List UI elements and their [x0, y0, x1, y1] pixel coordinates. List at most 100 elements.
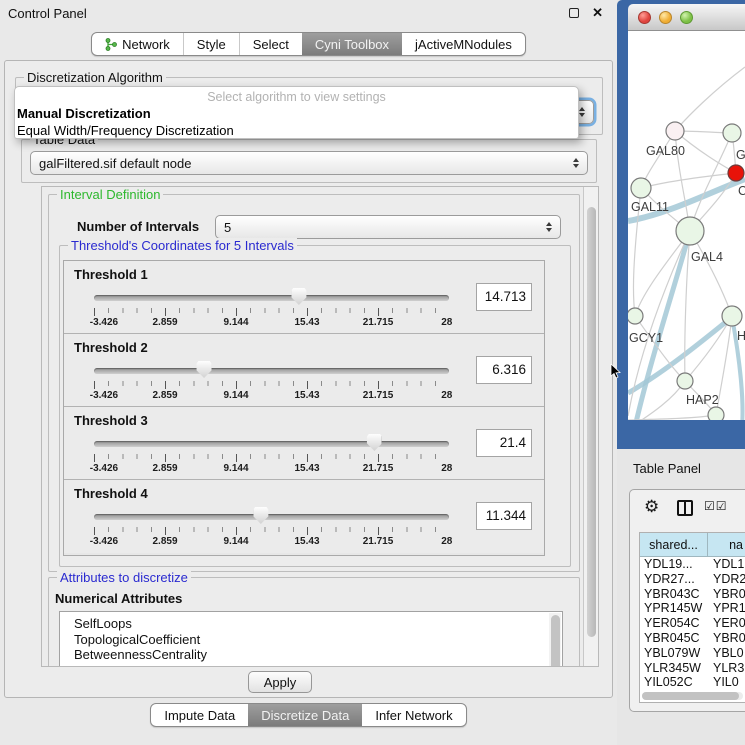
threshold-4-slider[interactable]: -3.426 2.859 9.144 15.43 21.715 28: [94, 506, 449, 550]
list-item[interactable]: TopologicalCoefficient: [60, 632, 562, 648]
cell[interactable]: YDR27...: [640, 572, 708, 587]
tab-discretize-data[interactable]: Discretize Data: [248, 704, 362, 726]
node-gal4[interactable]: [676, 217, 704, 245]
combobox-stepper-icon: [579, 107, 585, 117]
threshold-2-slider[interactable]: -3.426 2.859 9.144 15.43 21.715 28: [94, 360, 449, 404]
threshold-1-value-field[interactable]: 14.713: [476, 283, 532, 311]
cell[interactable]: YDL1: [708, 557, 745, 572]
threshold-1-slider[interactable]: -3.426 2.859 9.144 15.43 21.715 28: [94, 287, 449, 331]
float-window-icon[interactable]: [569, 8, 579, 18]
dropdown-option-manual-discretization[interactable]: Manual Discretization: [17, 106, 151, 121]
threshold-2-value-field[interactable]: 6.316: [476, 356, 532, 384]
tab-style[interactable]: Style: [183, 33, 239, 55]
split-column-icon[interactable]: [677, 500, 693, 516]
threshold-1-track[interactable]: [94, 295, 449, 301]
threshold-3-track[interactable]: [94, 441, 449, 447]
table-panel: ⚙ ☑☑ shared... na YDL19...YDL1 YDR27...Y…: [629, 489, 745, 712]
cell[interactable]: YDL19...: [640, 557, 708, 572]
cell[interactable]: YLR345W: [640, 661, 708, 676]
cell[interactable]: YBR0: [708, 631, 745, 646]
discretization-algorithm-label: Discretization Algorithm: [24, 70, 166, 85]
tick-labels: -3.426 2.859 9.144 15.43 21.715 28: [94, 536, 449, 548]
cell[interactable]: YPR1: [708, 601, 745, 616]
threshold-3-thumb[interactable]: [367, 434, 382, 451]
select-columns-icon[interactable]: ☑☑: [704, 499, 728, 513]
tab-network-label: Network: [122, 37, 170, 52]
threshold-3-box: Threshold 3 -3.426 2.859: [64, 407, 544, 480]
column-header-name[interactable]: na: [708, 533, 745, 556]
close-traffic-light-icon[interactable]: [638, 11, 651, 24]
threshold-4-value-field[interactable]: 11.344: [476, 502, 532, 530]
dropdown-option-equal-width[interactable]: Equal Width/Frequency Discretization: [17, 123, 234, 138]
scrollbar-thumb[interactable]: [587, 207, 596, 637]
threshold-4-thumb[interactable]: [253, 507, 268, 524]
table-data-group: Table Data galFiltered.sif default node: [21, 139, 597, 183]
node-label-partial-c: C: [738, 184, 745, 198]
node-right[interactable]: [722, 306, 742, 326]
table-data-combobox[interactable]: galFiltered.sif default node: [30, 151, 588, 175]
tab-infer-network[interactable]: Infer Network: [362, 704, 465, 726]
table-row[interactable]: YBL079WYBL0: [640, 646, 745, 661]
node-label-hap2: HAP2: [686, 393, 719, 407]
node-label-gcy1: GCY1: [629, 331, 663, 345]
node-bottom[interactable]: [708, 407, 724, 420]
cell[interactable]: YLR3: [708, 661, 745, 676]
threshold-4-track[interactable]: [94, 514, 449, 520]
node-gcy1[interactable]: [628, 308, 643, 324]
table-row[interactable]: YBR043CYBR0: [640, 587, 745, 602]
network-view-window: GAL80 GA C GAL11 GAL4 GCY1 H HAP2: [617, 0, 745, 449]
minimize-traffic-light-icon[interactable]: [659, 11, 672, 24]
cell[interactable]: YPR145W: [640, 601, 708, 616]
cell[interactable]: YBL079W: [640, 646, 708, 661]
table-row[interactable]: YDL19...YDL1: [640, 557, 745, 572]
scrollbar-thumb[interactable]: [642, 692, 739, 700]
tab-impute-data[interactable]: Impute Data: [151, 704, 248, 726]
threshold-3-value-field[interactable]: 21.4: [476, 429, 532, 457]
column-header-shared-name[interactable]: shared...: [640, 533, 708, 556]
table-panel-title: Table Panel: [633, 461, 701, 476]
table-row[interactable]: YPR145WYPR1: [640, 601, 745, 616]
cell[interactable]: YER0: [708, 616, 745, 631]
node-top-right[interactable]: [723, 124, 741, 142]
tick-label: 28: [441, 463, 452, 474]
cell[interactable]: YIL0: [708, 675, 745, 690]
list-item[interactable]: BetweennessCentrality: [60, 647, 562, 663]
table-row[interactable]: YIL052CYIL0: [640, 675, 745, 690]
node-gal80[interactable]: [666, 122, 684, 140]
table-horizontal-scrollbar[interactable]: [642, 692, 743, 700]
table-row[interactable]: YLR345WYLR3: [640, 661, 745, 676]
node-selected-red[interactable]: [728, 165, 744, 181]
cell[interactable]: YER054C: [640, 616, 708, 631]
cell[interactable]: YDR2: [708, 572, 745, 587]
list-item[interactable]: SelfLoops: [60, 612, 562, 632]
cell[interactable]: YBR0: [708, 587, 745, 602]
threshold-3-label: Threshold 3: [74, 413, 148, 428]
network-window-titlebar[interactable]: [628, 4, 745, 31]
attributes-list-scrollbar[interactable]: [549, 613, 561, 667]
threshold-3-slider[interactable]: -3.426 2.859 9.144 15.43 21.715 28: [94, 433, 449, 477]
threshold-2-track[interactable]: [94, 368, 449, 374]
network-canvas[interactable]: GAL80 GA C GAL11 GAL4 GCY1 H HAP2: [628, 31, 745, 420]
node-gal11[interactable]: [631, 178, 651, 198]
maximize-traffic-light-icon[interactable]: [680, 11, 693, 24]
numerical-attributes-list[interactable]: SelfLoops TopologicalCoefficient Between…: [59, 611, 563, 667]
apply-button[interactable]: Apply: [248, 671, 312, 693]
node-hap2[interactable]: [677, 373, 693, 389]
cell[interactable]: YBL0: [708, 646, 745, 661]
tab-cyni-toolbox[interactable]: Cyni Toolbox: [302, 33, 402, 55]
tab-jactivemnodules[interactable]: jActiveMNodules: [402, 33, 525, 55]
cell[interactable]: YBR045C: [640, 631, 708, 646]
threshold-1-thumb[interactable]: [291, 288, 306, 305]
cell[interactable]: YBR043C: [640, 587, 708, 602]
table-row[interactable]: YBR045CYBR0: [640, 631, 745, 646]
settings-vertical-scrollbar[interactable]: [583, 187, 598, 666]
threshold-2-thumb[interactable]: [197, 361, 212, 378]
gear-icon[interactable]: ⚙: [644, 497, 659, 517]
close-icon[interactable]: ✕: [592, 5, 603, 21]
number-of-intervals-combobox[interactable]: 5: [215, 215, 561, 239]
tab-network[interactable]: Network: [92, 33, 183, 55]
tab-select[interactable]: Select: [239, 33, 302, 55]
cell[interactable]: YIL052C: [640, 675, 708, 690]
table-row[interactable]: YER054CYER0: [640, 616, 745, 631]
table-row[interactable]: YDR27...YDR2: [640, 572, 745, 587]
